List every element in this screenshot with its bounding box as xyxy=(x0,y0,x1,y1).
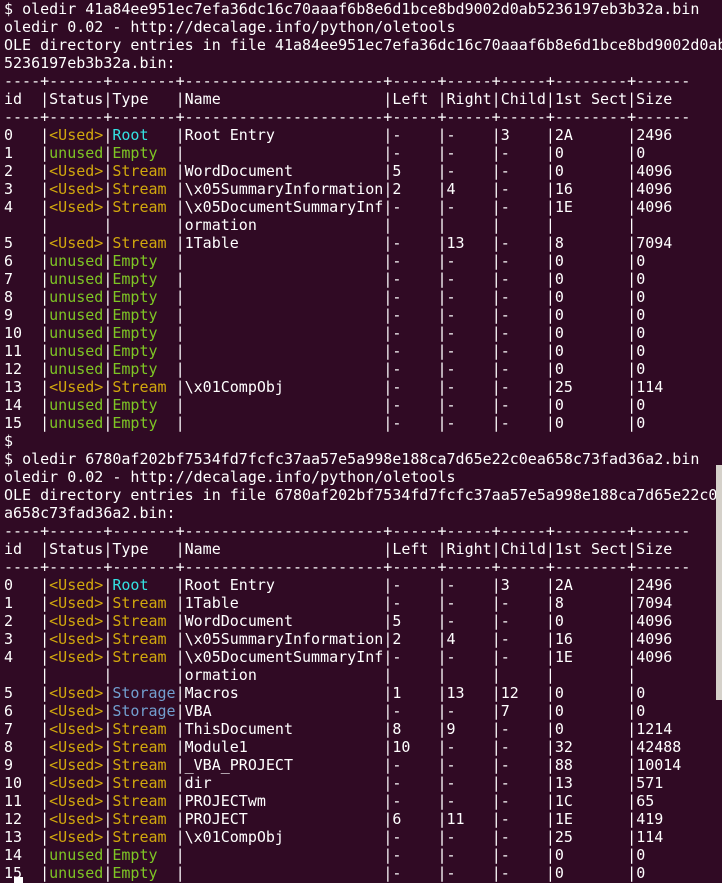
table-row-wrap: | | |ormation | | | | | xyxy=(4,666,722,684)
table-row: 3 |<Used>|Stream |\x05SummaryInformation… xyxy=(4,180,722,198)
table-row: 10 |unused|Empty | |- |- |- |0 |0 xyxy=(4,324,722,342)
table-row: 9 |unused|Empty | |- |- |- |0 |0 xyxy=(4,306,722,324)
version-banner: oledir 0.02 - http://decalage.info/pytho… xyxy=(4,18,722,36)
table-row: 1 |unused|Empty | |- |- |- |0 |0 xyxy=(4,144,722,162)
table-row: 2 |<Used>|Stream |WordDocument |5 |- |- … xyxy=(4,162,722,180)
table-header: id |Status|Type |Name |Left |Right|Child… xyxy=(4,540,722,558)
table-row: 3 |<Used>|Stream |\x05SummaryInformation… xyxy=(4,630,722,648)
table-row: 8 |<Used>|Stream |Module1 |10 |- |- |32 … xyxy=(4,738,722,756)
table-row: 12 |unused|Empty | |- |- |- |0 |0 xyxy=(4,360,722,378)
listing-intro: OLE directory entries in file 6780af202b… xyxy=(4,486,722,504)
table-row: 13 |<Used>|Stream |\x01CompObj |- |- |- … xyxy=(4,828,722,846)
command-line: $ oledir 6780af202bf7534fd7fcfc37aa57e5a… xyxy=(4,450,722,468)
table-separator: ----+------+-------+--------------------… xyxy=(4,108,722,126)
table-row: 7 |<Used>|Stream |ThisDocument |8 |9 |- … xyxy=(4,720,722,738)
version-banner: oledir 0.02 - http://decalage.info/pytho… xyxy=(4,468,722,486)
terminal-window: $ oledir 41a84ee951ec7efa36dc16c70aaaf6b… xyxy=(0,0,722,883)
table-row: 4 |<Used>|Stream |\x05DocumentSummaryInf… xyxy=(4,198,722,216)
table-row: 8 |unused|Empty | |- |- |- |0 |0 xyxy=(4,288,722,306)
scrollbar-thumb[interactable] xyxy=(716,465,722,700)
table-row: 0 |<Used>|Root |Root Entry |- |- |3 |2A … xyxy=(4,576,722,594)
table-row: 5 |<Used>|Stream |1Table |- |13 |- |8 |7… xyxy=(4,234,722,252)
table-row: 12 |<Used>|Stream |PROJECT |6 |11 |- |1E… xyxy=(4,810,722,828)
table-row: 10 |<Used>|Stream |dir |- |- |- |13 |571 xyxy=(4,774,722,792)
table-row: 15 |unused|Empty | |- |- |- |0 |0 xyxy=(4,414,722,432)
table-row: 9 |<Used>|Stream |_VBA_PROJECT |- |- |- … xyxy=(4,756,722,774)
table-row: 6 |<Used>|Storage|VBA |- |- |7 |0 |0 xyxy=(4,702,722,720)
table-row: 1 |<Used>|Stream |1Table |- |- |- |8 |70… xyxy=(4,594,722,612)
table-row: 15 |unused|Empty | |- |- |- |0 |0 xyxy=(4,864,722,882)
terminal-output: $ oledir 41a84ee951ec7efa36dc16c70aaaf6b… xyxy=(4,0,722,883)
table-separator: ----+------+-------+--------------------… xyxy=(4,558,722,576)
table-row: 6 |unused|Empty | |- |- |- |0 |0 xyxy=(4,252,722,270)
table-row: 14 |unused|Empty | |- |- |- |0 |0 xyxy=(4,396,722,414)
table-row: 11 |<Used>|Stream |PROJECTwm |- |- |- |1… xyxy=(4,792,722,810)
table-row: 2 |<Used>|Stream |WordDocument |5 |- |- … xyxy=(4,612,722,630)
table-row: 14 |unused|Empty | |- |- |- |0 |0 xyxy=(4,846,722,864)
table-separator: ----+------+-------+--------------------… xyxy=(4,72,722,90)
table-row: 7 |unused|Empty | |- |- |- |0 |0 xyxy=(4,270,722,288)
table-row: 4 |<Used>|Stream |\x05DocumentSummaryInf… xyxy=(4,648,722,666)
table-row: 0 |<Used>|Root |Root Entry |- |- |3 |2A … xyxy=(4,126,722,144)
listing-intro: a658c73fad36a2.bin: xyxy=(4,504,722,522)
command-line: $ oledir 41a84ee951ec7efa36dc16c70aaaf6b… xyxy=(4,0,722,18)
table-separator: ----+------+-------+--------------------… xyxy=(4,522,722,540)
terminal-cursor xyxy=(14,877,23,883)
listing-intro: OLE directory entries in file 41a84ee951… xyxy=(4,36,722,54)
shell-prompt: $ xyxy=(4,432,722,450)
table-header: id |Status|Type |Name |Left |Right|Child… xyxy=(4,90,722,108)
table-row: 5 |<Used>|Storage|Macros |1 |13 |12 |0 |… xyxy=(4,684,722,702)
table-row: 11 |unused|Empty | |- |- |- |0 |0 xyxy=(4,342,722,360)
table-row: 13 |<Used>|Stream |\x01CompObj |- |- |- … xyxy=(4,378,722,396)
listing-intro: 5236197eb3b32a.bin: xyxy=(4,54,722,72)
table-row-wrap: | | |ormation | | | | | xyxy=(4,216,722,234)
